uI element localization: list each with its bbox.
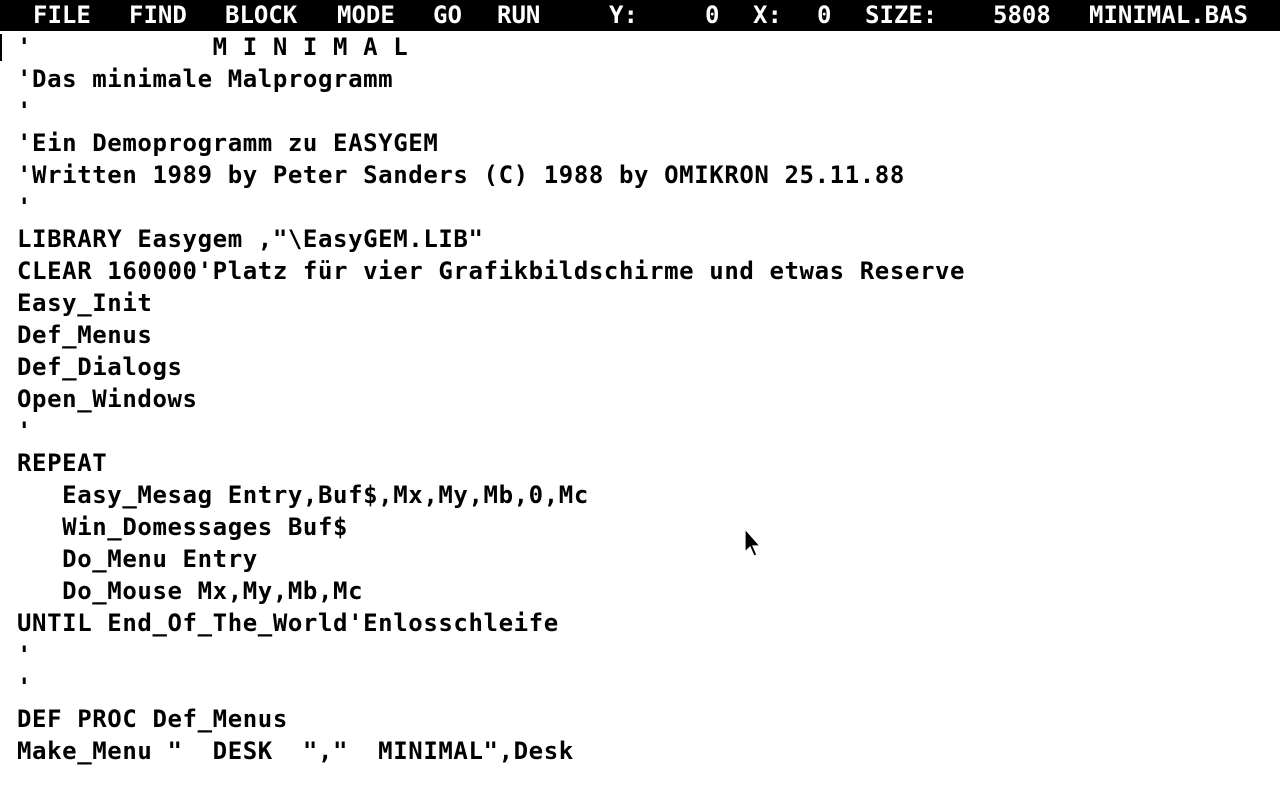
menu-block[interactable]: BLOCK bbox=[225, 0, 297, 31]
code-line[interactable]: Def_Menus bbox=[17, 319, 1272, 351]
menu-go[interactable]: GO bbox=[433, 0, 462, 31]
code-line[interactable]: ' bbox=[17, 415, 1272, 447]
text-cursor bbox=[0, 34, 2, 61]
code-line[interactable]: Make_Menu " DESK "," MINIMAL",Desk bbox=[17, 735, 1272, 767]
code-line[interactable]: Easy_Init bbox=[17, 287, 1272, 319]
code-line[interactable]: ' bbox=[17, 671, 1272, 703]
code-line[interactable]: 'Written 1989 by Peter Sanders (C) 1988 … bbox=[17, 159, 1272, 191]
code-line[interactable]: Win_Domessages Buf$ bbox=[17, 511, 1272, 543]
menu-bar: FILE FIND BLOCK MODE GO RUN Y: 0 X: 0 SI… bbox=[0, 0, 1280, 31]
code-line[interactable]: Do_Menu Entry bbox=[17, 543, 1272, 575]
code-line[interactable]: DEF PROC Def_Menus bbox=[17, 703, 1272, 735]
size-value: 5808 bbox=[993, 1, 1051, 29]
code-line[interactable]: UNTIL End_Of_The_World'Enlosschleife bbox=[17, 607, 1272, 639]
menu-find[interactable]: FIND bbox=[129, 0, 187, 31]
code-line[interactable]: ' bbox=[17, 191, 1272, 223]
code-line[interactable]: Open_Windows bbox=[17, 383, 1272, 415]
code-line[interactable]: Easy_Mesag Entry,Buf$,Mx,My,Mb,0,Mc bbox=[17, 479, 1272, 511]
code-line[interactable]: ' bbox=[17, 95, 1272, 127]
cursor-y-value: 0 bbox=[705, 1, 720, 29]
menu-file[interactable]: FILE bbox=[33, 0, 91, 31]
code-line[interactable]: ' M I N I M A L bbox=[17, 31, 1272, 63]
code-line[interactable]: LIBRARY Easygem ,"\EasyGEM.LIB" bbox=[17, 223, 1272, 255]
code-line[interactable]: ' bbox=[17, 639, 1272, 671]
menu-run[interactable]: RUN bbox=[497, 0, 540, 31]
arrow-pointer-icon bbox=[744, 528, 762, 557]
size-label: SIZE: bbox=[865, 1, 938, 29]
code-line[interactable]: Do_Mouse Mx,My,Mb,Mc bbox=[17, 575, 1272, 607]
code-line[interactable]: CLEAR 160000'Platz für vier Grafikbildsc… bbox=[17, 255, 1272, 287]
menu-mode[interactable]: MODE bbox=[337, 0, 395, 31]
code-line[interactable]: 'Das minimale Malprogramm bbox=[17, 63, 1272, 95]
code-editor[interactable]: ' M I N I M A L 'Das minimale Malprogram… bbox=[17, 31, 1272, 800]
filename: MINIMAL.BAS bbox=[1089, 1, 1248, 29]
code-line[interactable]: 'Ein Demoprogramm zu EASYGEM bbox=[17, 127, 1272, 159]
code-line[interactable]: Def_Dialogs bbox=[17, 351, 1272, 383]
code-line[interactable]: REPEAT bbox=[17, 447, 1272, 479]
cursor-y-label: Y: bbox=[609, 1, 638, 29]
cursor-x-label: X: bbox=[753, 1, 782, 29]
cursor-x-value: 0 bbox=[817, 1, 832, 29]
